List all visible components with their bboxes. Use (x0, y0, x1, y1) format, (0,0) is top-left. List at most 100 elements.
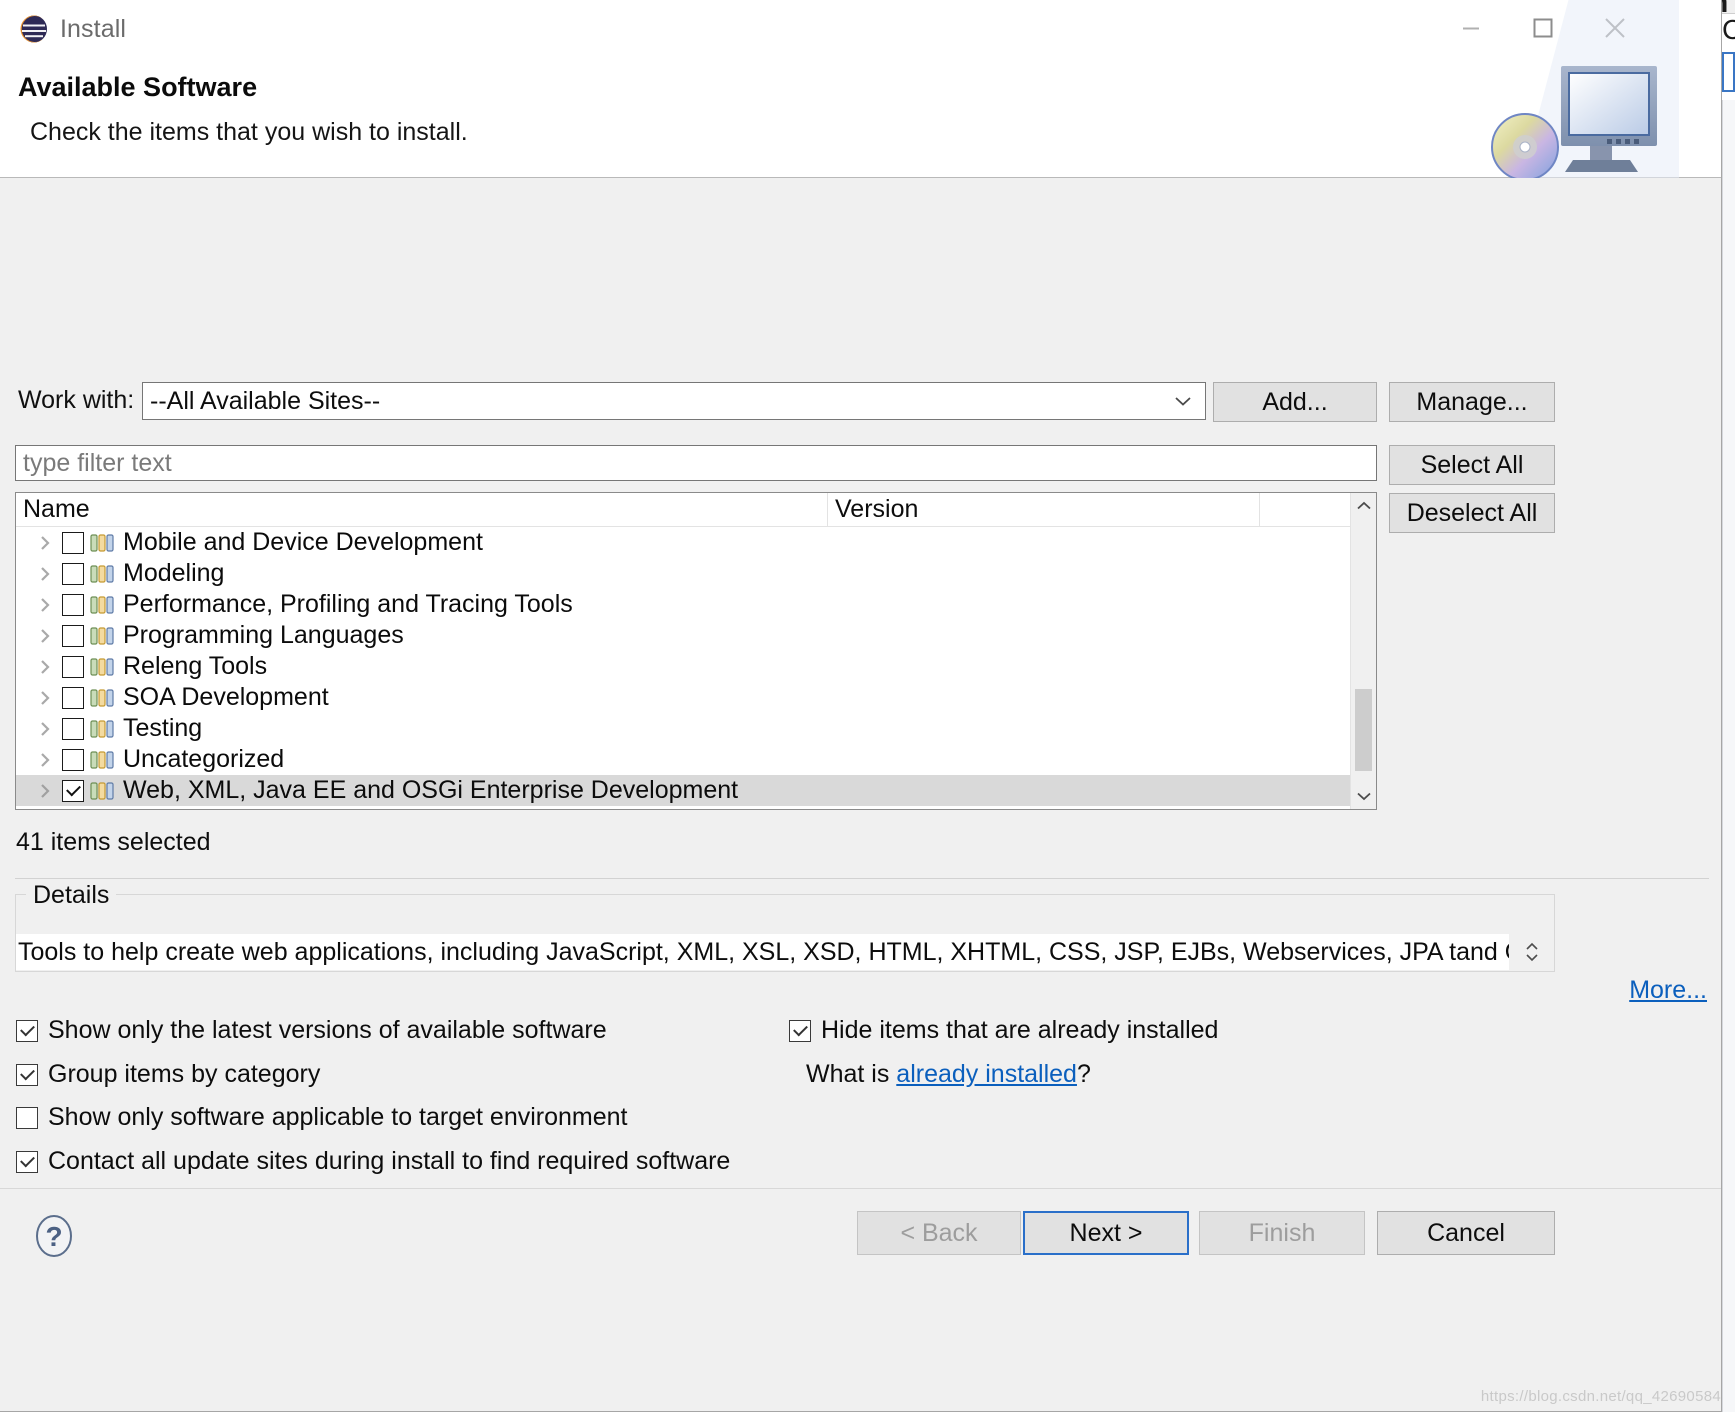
finish-button[interactable]: Finish (1199, 1211, 1365, 1255)
more-link[interactable]: More... (1629, 976, 1707, 1005)
row-name: Testing (123, 714, 203, 742)
table-row[interactable]: Releng Tools (16, 651, 1376, 682)
eclipse-logo-icon (20, 15, 47, 43)
chevron-up-icon (1356, 501, 1371, 510)
deselect-all-button[interactable]: Deselect All (1389, 493, 1555, 533)
checkbox[interactable] (16, 1063, 38, 1086)
tree-scrollbar[interactable] (1350, 493, 1376, 809)
column-header-version[interactable]: Version (828, 493, 1260, 526)
table-row[interactable]: Mobile and Device Development (16, 527, 1376, 558)
table-row[interactable]: Programming Languages (16, 620, 1376, 651)
cancel-button[interactable]: Cancel (1377, 1211, 1555, 1255)
spinner-arrows-icon (1526, 942, 1538, 962)
row-checkbox[interactable] (62, 717, 84, 740)
table-row[interactable]: Uncategorized (16, 744, 1376, 775)
details-spinner[interactable] (1521, 934, 1543, 970)
tree-header: Name Version (16, 493, 1376, 527)
expand-chevron-icon[interactable] (38, 720, 60, 738)
dialog-body: Work with: --All Available Sites-- Add..… (0, 178, 1721, 1233)
details-legend: Details (26, 881, 117, 910)
manage-sites-button[interactable]: Manage... (1389, 382, 1555, 422)
back-button[interactable]: < Back (857, 1211, 1021, 1255)
row-name: SOA Development (123, 683, 329, 711)
table-row[interactable]: Performance, Profiling and Tracing Tools (16, 589, 1376, 620)
expand-chevron-icon[interactable] (38, 565, 60, 583)
dialog-footer: ? < Back Next > Finish Cancel (0, 1189, 1721, 1411)
background-input-field (1722, 52, 1735, 92)
category-icon (90, 781, 114, 800)
checkbox[interactable] (16, 1150, 38, 1173)
row-checkbox[interactable] (62, 748, 84, 771)
watermark: https://blog.csdn.net/qq_42690584 (1480, 1388, 1721, 1405)
install-dialog: Install Available Software Check the ite… (0, 0, 1722, 1412)
expand-chevron-icon[interactable] (38, 658, 60, 676)
page-subtitle: Check the items that you wish to install… (30, 118, 468, 146)
checkbox[interactable] (16, 1019, 38, 1042)
tree-rows: Mobile and Device Development Modeling P… (16, 527, 1376, 806)
option-hide-installed[interactable]: Hide items that are already installed (789, 1016, 1218, 1045)
separator (15, 878, 1709, 879)
option-label: Contact all update sites during install … (48, 1147, 731, 1175)
filter-input[interactable]: type filter text (15, 445, 1377, 481)
next-button[interactable]: Next > (1023, 1211, 1189, 1255)
details-text: Tools to help create web applications, i… (16, 934, 1509, 970)
row-checkbox[interactable] (62, 562, 84, 585)
category-icon (90, 533, 114, 552)
background-partial-char: C (1722, 14, 1735, 45)
work-with-value: --All Available Sites-- (150, 386, 381, 415)
option-group-by-category[interactable]: Group items by category (16, 1060, 320, 1089)
already-installed-link[interactable]: already installed (896, 1060, 1077, 1088)
row-name: Performance, Profiling and Tracing Tools (123, 590, 573, 618)
option-applicable-target[interactable]: Show only software applicable to target … (16, 1103, 628, 1132)
table-row[interactable]: Modeling (16, 558, 1376, 589)
option-contact-all-sites[interactable]: Contact all update sites during install … (16, 1147, 730, 1176)
items-selected-status: 41 items selected (16, 828, 211, 856)
option-label: Group items by category (48, 1060, 321, 1088)
background-panel (1722, 100, 1735, 1412)
svg-text:?: ? (45, 1221, 62, 1252)
scroll-up-button[interactable] (1351, 493, 1376, 519)
work-with-combo[interactable]: --All Available Sites-- (142, 382, 1206, 420)
option-show-latest[interactable]: Show only the latest versions of availab… (16, 1016, 607, 1045)
category-icon (90, 719, 114, 738)
category-icon (90, 564, 114, 583)
expand-chevron-icon[interactable] (38, 627, 60, 645)
window-title: Install (60, 14, 127, 43)
row-checkbox[interactable] (62, 686, 84, 709)
category-icon (90, 595, 114, 614)
expand-chevron-icon[interactable] (38, 751, 60, 769)
checkbox[interactable] (789, 1019, 811, 1042)
row-checkbox[interactable] (62, 655, 84, 678)
column-header-name[interactable]: Name (16, 493, 828, 526)
help-button[interactable]: ? (34, 1214, 74, 1258)
row-checkbox[interactable] (62, 593, 84, 616)
what-is-prefix: What is (806, 1060, 897, 1088)
table-row[interactable]: SOA Development (16, 682, 1376, 713)
option-label: Hide items that are already installed (821, 1016, 1219, 1044)
row-checkbox[interactable] (62, 531, 84, 554)
expand-chevron-icon[interactable] (38, 782, 60, 800)
category-icon (90, 750, 114, 769)
row-name: Releng Tools (123, 652, 268, 680)
scroll-down-button[interactable] (1351, 783, 1376, 809)
what-is-already-installed: What is already installed? (806, 1060, 1091, 1089)
checkbox[interactable] (16, 1106, 38, 1129)
add-site-button[interactable]: Add... (1213, 382, 1377, 422)
expand-chevron-icon[interactable] (38, 689, 60, 707)
expand-chevron-icon[interactable] (38, 534, 60, 552)
table-row[interactable]: Testing (16, 713, 1376, 744)
expand-chevron-icon[interactable] (38, 596, 60, 614)
row-checkbox[interactable] (62, 624, 84, 647)
scrollbar-thumb[interactable] (1355, 689, 1372, 771)
software-tree[interactable]: Name Version Mobile and Device Developme… (15, 492, 1377, 810)
what-is-suffix: ? (1076, 1060, 1091, 1088)
option-label: Show only software applicable to target … (48, 1103, 628, 1131)
row-checkbox[interactable] (62, 779, 84, 802)
row-name: Modeling (123, 559, 225, 587)
table-row-selected[interactable]: Web, XML, Java EE and OSGi Enterprise De… (16, 775, 1376, 806)
category-icon (90, 657, 114, 676)
category-icon (90, 688, 114, 707)
select-all-button[interactable]: Select All (1389, 445, 1555, 485)
work-with-label: Work with: (18, 386, 135, 414)
monitor-and-cd-icon (1491, 0, 1679, 188)
